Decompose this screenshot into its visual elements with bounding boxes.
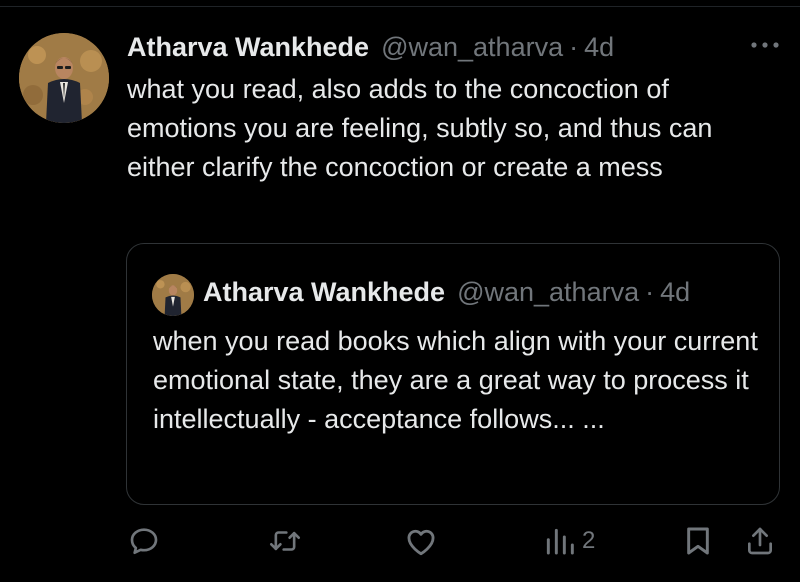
more-options-button[interactable] [748, 30, 782, 60]
views-count: 2 [582, 527, 596, 554]
share-icon [748, 527, 772, 555]
views-button[interactable]: 2 [544, 523, 595, 559]
reply-button[interactable] [128, 523, 160, 559]
bookmark-button[interactable] [684, 523, 712, 559]
quoted-post-timestamp: 4d [660, 276, 691, 307]
separator-dot: · [569, 31, 579, 62]
more-horizontal-icon [751, 42, 779, 48]
views-icon [546, 528, 574, 555]
reply-icon [130, 528, 158, 555]
quoted-author-name: Atharva Wankhede [203, 276, 446, 307]
author-name[interactable]: Atharva Wankhede [127, 32, 369, 63]
heart-icon [407, 529, 435, 556]
quoted-author-handle: @wan_atharva [457, 276, 640, 307]
repost-icon [269, 531, 301, 551]
author-avatar[interactable] [19, 33, 109, 123]
quoted-author-avatar [152, 274, 194, 316]
post-text: what you read, also adds to the concocti… [127, 74, 713, 182]
bookmark-icon [687, 527, 709, 555]
share-button[interactable] [744, 523, 776, 559]
quoted-separator-dot: · [645, 276, 655, 307]
quoted-post-text: when you read books which align with you… [153, 326, 758, 434]
post-timestamp[interactable]: 4d [584, 32, 614, 63]
repost-button[interactable] [268, 523, 302, 559]
top-divider [0, 6, 800, 7]
like-button[interactable] [404, 523, 438, 559]
author-handle[interactable]: @wan_atharva [381, 32, 563, 63]
post-header: Atharva Wankhede @wan_atharva · 4d [127, 30, 614, 64]
quoted-post-card[interactable]: Atharva Wankhede @wan_atharva · 4d when … [126, 243, 780, 505]
quoted-post-header: Atharva Wankhede @wan_atharva · 4d [203, 274, 690, 310]
